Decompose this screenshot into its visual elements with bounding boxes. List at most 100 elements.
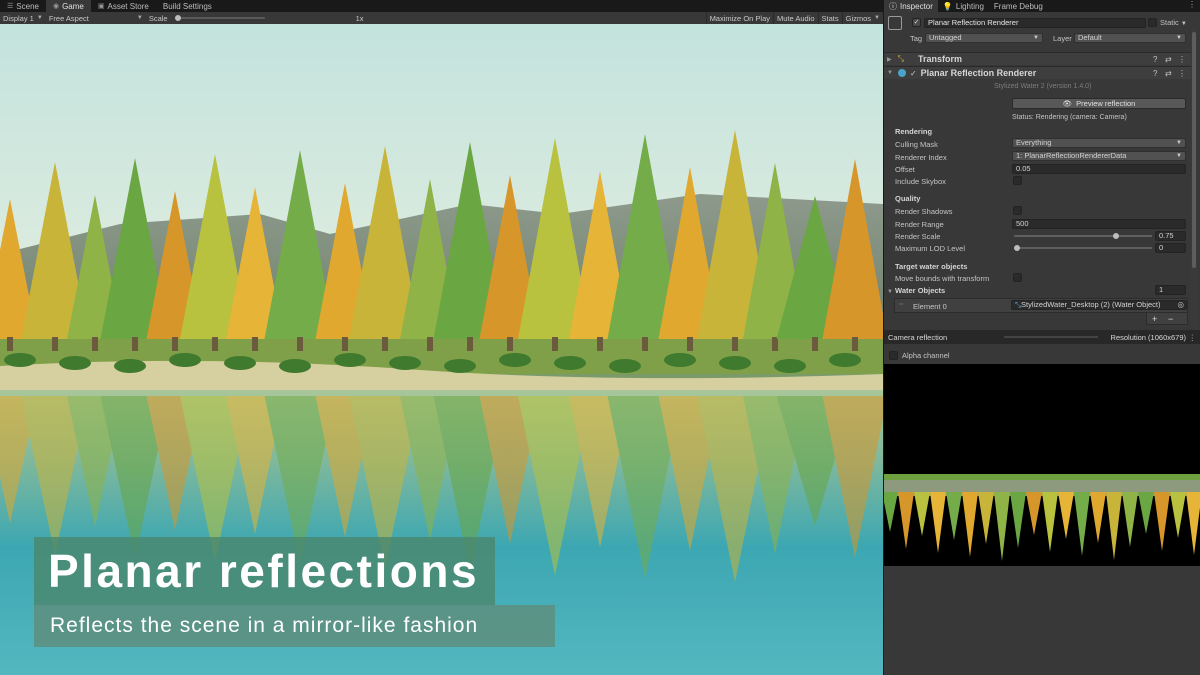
add-element-button[interactable]: +	[1152, 314, 1157, 324]
water-objects-foldout[interactable]: ▼ Water Objects	[887, 286, 945, 295]
render-range-field[interactable]: 500	[1012, 219, 1186, 229]
scale-slider-knob[interactable]	[174, 15, 181, 21]
caption-title: Planar reflections	[34, 537, 496, 605]
chevron-down-icon: ▼	[874, 15, 880, 21]
tree-trunk	[812, 337, 818, 351]
render-shadows-checkbox[interactable]	[1013, 206, 1022, 215]
tab-build-settings[interactable]: Build Settings	[156, 0, 219, 12]
move-bounds-checkbox[interactable]	[1013, 273, 1022, 282]
bush	[609, 359, 641, 373]
object-picker-icon[interactable]: ◎	[1177, 301, 1184, 309]
layer-label: Layer	[1053, 34, 1072, 43]
game-view[interactable]: Planar reflections Reflects the scene in…	[0, 24, 883, 675]
tree-trunk	[252, 337, 258, 351]
reflection-preview-render	[884, 474, 1200, 566]
tree-trunk	[552, 337, 558, 351]
tab-inspector[interactable]: ⓘ Inspector	[884, 0, 938, 12]
planar-reflection-title: Planar Reflection Renderer	[920, 68, 1037, 78]
render-range-label: Render Range	[895, 220, 944, 229]
cube-icon	[888, 16, 902, 30]
kebab-menu-icon[interactable]: ⋮	[1178, 69, 1186, 78]
tree-trunk	[642, 337, 648, 351]
tab-lighting[interactable]: 💡 Lighting	[938, 0, 989, 12]
max-lod-knob[interactable]	[1014, 245, 1020, 251]
tree-trunk	[382, 337, 388, 351]
maximize-on-play-toggle[interactable]: Maximize On Play	[705, 12, 773, 24]
bush	[4, 353, 36, 367]
mute-audio-toggle[interactable]: Mute Audio	[773, 12, 818, 24]
store-icon: ▣	[97, 3, 105, 10]
scale-slider[interactable]	[174, 12, 265, 24]
planar-reflection-component-header[interactable]: ▼ ✓ Planar Reflection Renderer ? ⇄ ⋮	[884, 66, 1192, 79]
culling-mask-value: Everything	[1016, 138, 1052, 147]
bush	[554, 356, 586, 370]
bush	[499, 353, 531, 367]
max-lod-slider[interactable]	[1014, 243, 1152, 253]
culling-mask-dropdown[interactable]: Everything ▼	[1012, 138, 1186, 148]
help-icon[interactable]: ?	[1153, 55, 1157, 64]
alpha-channel-checkbox[interactable]	[889, 351, 898, 360]
display-value: Display 1	[3, 13, 34, 23]
render-scale-slider[interactable]	[1014, 231, 1152, 241]
renderer-index-label: Renderer Index	[895, 153, 947, 162]
info-icon: ⓘ	[889, 1, 897, 11]
bush	[774, 359, 806, 373]
component-enabled-checkbox[interactable]: ✓	[910, 69, 917, 78]
preview-reflection-button[interactable]: 👁 Preview reflection	[1012, 98, 1186, 109]
transform-component-header[interactable]: ▶ ⤡ Transform ? ⇄ ⋮	[884, 52, 1192, 65]
culling-mask-label: Culling Mask	[895, 140, 938, 149]
render-scale-knob[interactable]	[1113, 233, 1119, 239]
tab-frame-debug-label: Frame Debug	[993, 1, 1043, 11]
offset-field[interactable]: 0.05	[1012, 164, 1186, 174]
tree-trunk	[687, 337, 693, 351]
water-objects-count-field[interactable]: 1	[1155, 285, 1186, 295]
kebab-menu-icon[interactable]: ⋮	[1178, 55, 1186, 64]
version-label: Stylized Water 2 (version 1.4.0)	[994, 83, 1092, 90]
bulb-icon: 💡	[942, 1, 953, 11]
tab-game[interactable]: ◉ Game	[45, 0, 91, 12]
tree-trunk	[507, 337, 513, 351]
resize-grip[interactable]	[1004, 336, 1098, 338]
scrollbar-thumb[interactable]	[1192, 32, 1196, 268]
render-scale-field[interactable]: 0.75	[1155, 231, 1186, 241]
static-label[interactable]: Static ▼	[1160, 18, 1187, 27]
object-name-field[interactable]: Planar Reflection Renderer	[924, 18, 1146, 28]
active-checkbox[interactable]: ✓	[912, 18, 921, 27]
aspect-value: Free Aspect	[48, 13, 89, 23]
element-0-value: StylizedWater_Desktop (2) (Water Object)	[1021, 300, 1161, 309]
tag-dropdown[interactable]: Untagged ▼	[925, 33, 1043, 43]
help-icon[interactable]: ?	[1153, 69, 1157, 78]
include-skybox-checkbox[interactable]	[1013, 176, 1022, 185]
aspect-dropdown[interactable]: Free Aspect ▼	[46, 12, 146, 24]
layer-value: Default	[1078, 33, 1102, 42]
tree-trunk	[467, 337, 473, 351]
drag-handle-icon[interactable]: ═	[899, 302, 903, 308]
tab-frame-debug[interactable]: Frame Debug	[989, 0, 1048, 12]
remove-element-button[interactable]: −	[1168, 314, 1173, 324]
kebab-menu-icon[interactable]: ⋮	[1189, 333, 1197, 342]
caption-subtitle: Reflects the scene in a mirror-like fash…	[34, 605, 555, 647]
renderer-index-value: 1: PlanarReflectionRendererData	[1016, 151, 1127, 160]
display-dropdown[interactable]: Display 1 ▼	[0, 12, 46, 24]
alpha-channel-row: Alpha channel	[884, 350, 1200, 362]
renderer-index-dropdown[interactable]: 1: PlanarReflectionRendererData ▼	[1012, 151, 1186, 161]
preset-icon[interactable]: ⇄	[1165, 55, 1172, 64]
tab-asset-store[interactable]: ▣ Asset Store	[91, 0, 156, 12]
gizmos-dropdown[interactable]: Gizmos ▼	[841, 12, 883, 24]
element-0-object-field[interactable]: ⤡StylizedWater_Desktop (2) (Water Object…	[1011, 300, 1187, 310]
bush	[279, 359, 311, 373]
foldout-arrow-icon: ▼	[887, 289, 893, 295]
render-shadows-label: Render Shadows	[895, 207, 953, 216]
static-checkbox[interactable]	[1148, 18, 1157, 27]
tab-lighting-label: Lighting	[955, 1, 984, 11]
max-lod-field[interactable]: 0	[1155, 243, 1186, 253]
bush	[444, 359, 476, 373]
water-script-icon	[897, 69, 906, 77]
layer-dropdown[interactable]: Default ▼	[1074, 33, 1186, 43]
tab-scene[interactable]: ☰ Scene	[0, 0, 46, 12]
preset-icon[interactable]: ⇄	[1165, 69, 1172, 78]
stats-toggle[interactable]: Stats	[817, 12, 842, 24]
inspector-scrollbar[interactable]	[1191, 28, 1197, 328]
kebab-menu-icon[interactable]: ⋮	[1184, 0, 1200, 12]
tree-trunk	[7, 337, 13, 351]
